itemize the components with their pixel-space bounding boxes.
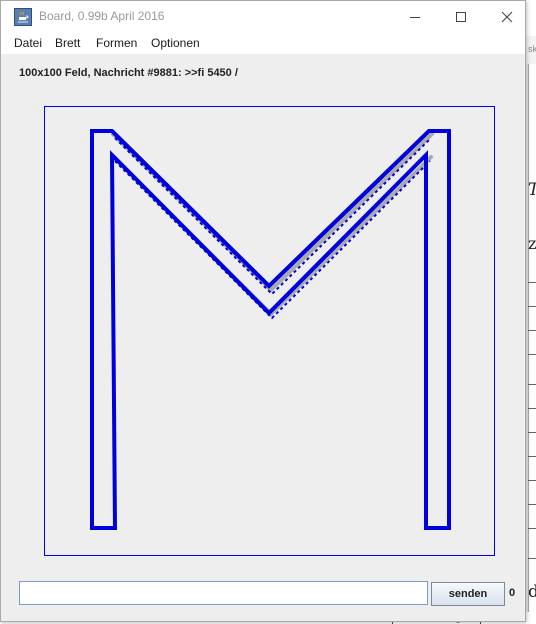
maximize-button[interactable] <box>438 1 484 32</box>
shape-shadow <box>111 132 434 317</box>
background-table-line <box>528 528 536 529</box>
minimize-icon <box>410 16 420 18</box>
send-button[interactable]: senden <box>431 582 505 606</box>
background-glyph-italic: T <box>528 180 536 200</box>
background-table-line <box>528 558 536 559</box>
window-title: Board, 0.99b April 2016 <box>39 9 165 23</box>
menu-bar: Datei Brett Formen Optionen <box>1 32 525 54</box>
menu-optionen[interactable]: Optionen <box>151 36 200 50</box>
background-table-line <box>528 306 536 307</box>
background-table-line <box>528 456 536 457</box>
close-icon <box>501 11 513 22</box>
background-table-line <box>528 432 536 433</box>
message-counter: 0 <box>509 587 516 599</box>
background-glyph-top: sk <box>528 44 536 54</box>
maximize-icon <box>456 11 466 22</box>
background-table-line <box>528 282 536 283</box>
close-button[interactable] <box>484 1 530 32</box>
menu-formen[interactable]: Formen <box>96 36 137 50</box>
background-table-line <box>528 384 536 385</box>
shape-dotted-strokes <box>114 137 432 320</box>
menu-brett[interactable]: Brett <box>55 36 80 50</box>
board-window: Board, 0.99b April 2016 Datei Brett Form… <box>0 0 526 622</box>
message-input[interactable] <box>19 581 428 605</box>
background-table-line <box>528 330 536 331</box>
drawing-board[interactable] <box>44 106 495 556</box>
menu-datei[interactable]: Datei <box>14 36 42 50</box>
background-table-line <box>528 408 536 409</box>
background-table-line <box>528 504 536 505</box>
title-bar[interactable]: Board, 0.99b April 2016 <box>1 1 525 32</box>
minimize-button[interactable] <box>392 1 438 32</box>
board-canvas[interactable] <box>45 107 494 555</box>
background-page <box>528 64 536 624</box>
status-message: 100x100 Feld, Nachricht #9881: >>fi 5450… <box>19 67 238 79</box>
background-table-line <box>528 480 536 481</box>
background-glyph-mid: z <box>528 234 536 253</box>
java-cup-icon <box>14 8 32 26</box>
background-table-line <box>528 354 536 355</box>
background-glyph-d: d <box>528 582 536 602</box>
